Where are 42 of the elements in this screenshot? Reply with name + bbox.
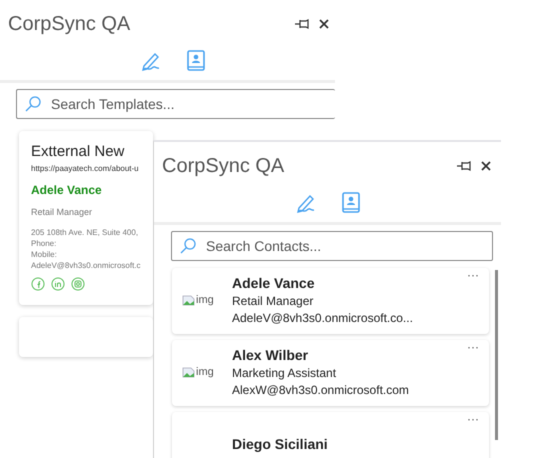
contact-book-icon[interactable] <box>342 192 360 214</box>
broken-image-icon <box>182 294 196 306</box>
template-line: AdeleV@8vh3s0.onmicrosoft.c <box>31 260 142 271</box>
contact-job-title: Retail Manager <box>232 294 314 308</box>
scrollbar[interactable] <box>495 270 498 440</box>
contact-book-icon[interactable] <box>186 50 204 72</box>
template-card[interactable]: Extternal New https://paayatech.com/about-u Adele Vance Retail Manager 205 108th Ave. NE, Suite 400, Phone: Mobile: AdeleV@8vh3s0.onmicrosoft.c <box>19 131 153 305</box>
contact-name: Diego Siciliani <box>232 436 328 452</box>
search-field[interactable]: Search Contacts... <box>171 231 493 261</box>
contact-name: Alex Wilber <box>232 347 310 363</box>
close-icon[interactable] <box>319 19 329 29</box>
template-url: https://paayatech.com/about-u <box>31 164 140 173</box>
contact-card[interactable]: img Adele Vance Retail Manager AdeleV@8vh3s0.onmicrosoft.co... ··· <box>172 268 489 334</box>
more-button[interactable]: ··· <box>467 268 479 282</box>
panel-title: CorpSync QA <box>162 154 286 178</box>
contact-name: Adele Vance <box>232 275 316 291</box>
template-line: 205 108th Ave. NE, Suite 400, <box>31 227 140 238</box>
panel-title: CorpSync QA <box>8 12 132 36</box>
pin-icon[interactable] <box>295 19 311 29</box>
contact-card[interactable]: img Alex Wilber Marketing Assistant AlexW@8vh3s0.onmicrosoft.com ··· <box>172 340 489 406</box>
template-title: Extternal New <box>31 143 126 160</box>
image-alt-text: img <box>196 294 214 306</box>
contact-card[interactable]: Diego Siciliani ··· <box>172 412 489 458</box>
template-name: Adele Vance <box>31 183 103 197</box>
broken-image-icon <box>182 366 196 378</box>
image-alt-text: img <box>196 366 214 378</box>
search-icon <box>24 95 42 113</box>
more-button[interactable]: ··· <box>467 340 479 354</box>
pin-icon[interactable] <box>457 161 473 171</box>
linkedin-icon[interactable] <box>51 277 65 291</box>
instagram-icon[interactable] <box>71 277 85 291</box>
close-icon[interactable] <box>481 161 491 171</box>
search-field[interactable]: Search Templates... <box>16 89 335 119</box>
more-button[interactable]: ··· <box>467 412 479 426</box>
facebook-icon[interactable] <box>31 277 45 291</box>
contact-job-title: Marketing Assistant <box>232 366 338 380</box>
search-icon <box>179 237 197 255</box>
template-line: Phone: <box>31 238 58 249</box>
template-role: Retail Manager <box>31 207 94 217</box>
contact-email: AdeleV@8vh3s0.onmicrosoft.co... <box>232 311 413 325</box>
template-line: Mobile: <box>31 249 58 260</box>
contact-email: AlexW@8vh3s0.onmicrosoft.com <box>232 383 409 397</box>
